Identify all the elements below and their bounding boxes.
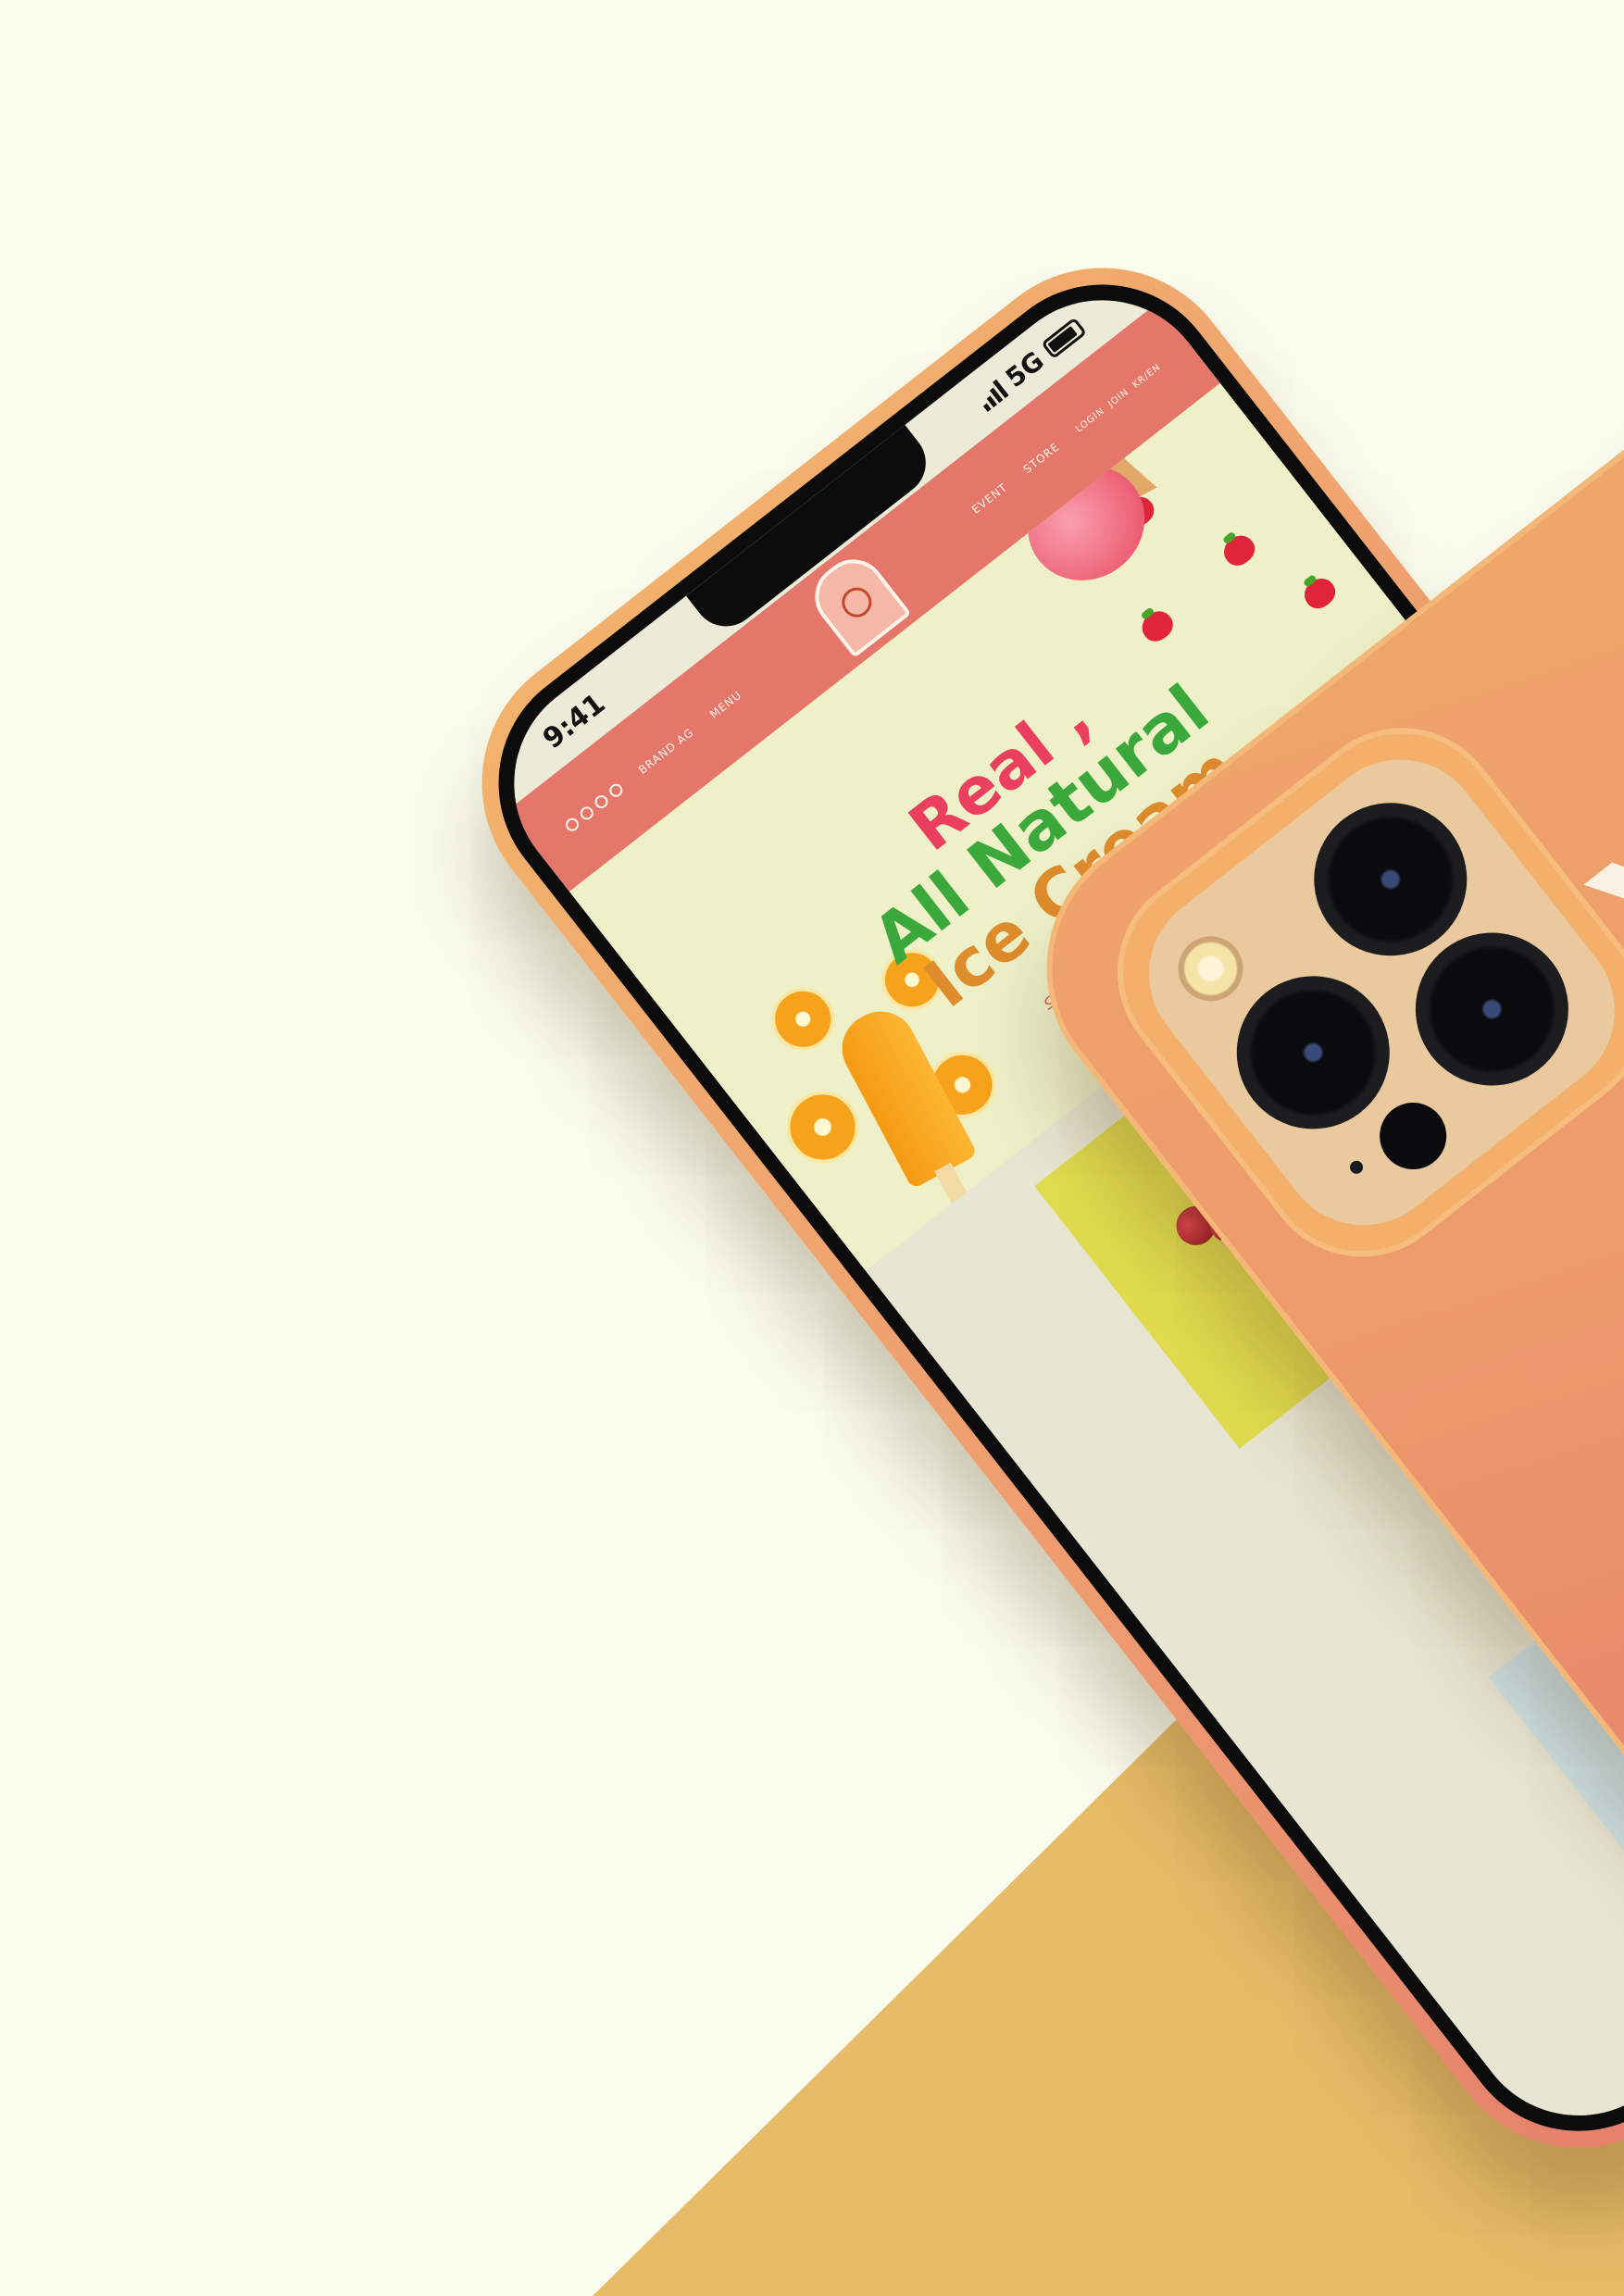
nav-store[interactable]: STORE: [1021, 440, 1062, 476]
facebook-icon[interactable]: [606, 780, 626, 800]
nav-brand[interactable]: BRAND AG: [636, 726, 696, 777]
microphone-icon: [1347, 1158, 1366, 1177]
signal-icon: [974, 378, 1009, 413]
blog-icon[interactable]: [592, 792, 611, 811]
nav-login[interactable]: LOGIN: [1074, 406, 1106, 434]
nav-join[interactable]: JOIN: [1106, 387, 1131, 409]
camera-plate: [1115, 726, 1624, 1259]
youtube-icon[interactable]: [577, 804, 596, 823]
battery-icon: [1041, 317, 1088, 360]
network-label: 5G: [999, 344, 1050, 393]
nav-menu[interactable]: MENU: [707, 688, 744, 720]
nav-lang[interactable]: KR/EN: [1131, 362, 1163, 391]
social-icons: [563, 780, 626, 834]
nav-event[interactable]: EVENT: [969, 480, 1010, 517]
instagram-icon[interactable]: [563, 815, 581, 834]
ice-cream-logo-icon: [835, 581, 878, 624]
flash-icon: [1165, 923, 1256, 1015]
lidar-sensor-icon: [1366, 1089, 1460, 1183]
